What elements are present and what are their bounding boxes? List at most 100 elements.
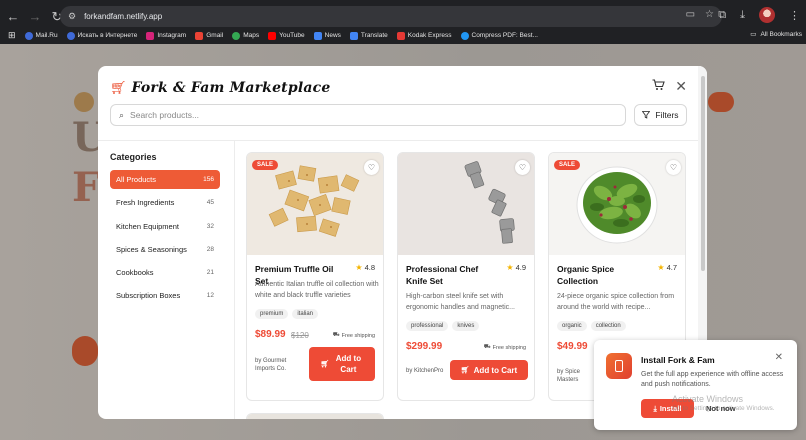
phone-icon [606,353,632,379]
site-info-icon[interactable]: ⚙ [68,11,76,22]
install-prompt: Install Fork & Fam Get the full app expe… [594,340,797,430]
translate-icon [349,31,358,40]
category-count: 45 [206,199,214,207]
bookmark-label: Gmail [206,32,224,39]
close-icon[interactable]: ✕ [775,352,783,363]
modal-title: Fork & Fam Marketplace [131,79,331,96]
cart-button[interactable] [652,79,665,94]
url-text: forkandfam.netlify.app [84,12,163,21]
product-card[interactable]: ♡ Professional Chef Knife Set ★ 4.9 High-… [397,152,535,401]
category-subscription-boxes[interactable]: Subscription Boxes 12 [110,286,220,305]
category-count: 12 [206,292,214,300]
truck-icon: ⛟ [483,344,491,350]
download-icon: ⤓ [653,403,657,413]
all-bookmarks-label: All Bookmarks [760,30,802,38]
bookmark-news[interactable]: News [313,31,341,40]
bookmark-mailru[interactable]: Mail.Ru [24,31,58,40]
shipping-label: Free shipping [492,344,526,351]
tag: premium [255,309,289,319]
bookmark-label: Translate [360,32,388,39]
category-spices-seasonings[interactable]: Spices & Seasonings 28 [110,240,220,259]
category-label: Cookbooks [116,268,154,278]
watermark-line1: Activate Windows [672,394,744,404]
category-label: All Products [116,175,157,184]
extensions-icon[interactable]: ⧉ [718,9,726,22]
product-card-partial[interactable] [246,413,384,419]
bookmark-translate[interactable]: Translate [349,31,388,40]
add-to-cart-label: Add to Cart [473,365,518,375]
bookmark-compress-pdf[interactable]: Compress PDF: Best... [460,31,538,40]
product-tags: premium italian [255,309,319,319]
tag: knives [452,321,480,331]
back-icon[interactable]: ← [4,8,22,26]
cart-icon: 🛒︎ [320,360,330,368]
forward-icon[interactable]: → [26,8,44,26]
category-label: Subscription Boxes [116,291,181,301]
category-count: 32 [206,222,214,230]
heart-icon[interactable]: ♡ [364,160,379,175]
tag: professional [406,321,449,331]
category-cookbooks[interactable]: Cookbooks 21 [110,263,220,282]
bookmark-label: Compress PDF: Best... [471,32,538,39]
category-count: 28 [206,245,214,253]
profile-avatar[interactable] [759,7,775,23]
tag: organic [557,321,587,331]
category-fresh-ingredients[interactable]: Fresh Ingredients 45 [110,193,220,212]
bookmark-search[interactable]: Искать в Интернете [66,31,137,40]
product-image: ♡ [398,153,534,255]
bookmark-label: News [324,32,341,39]
filters-label: Filters [655,110,679,120]
search-input[interactable]: ⌕ Search products... [110,104,626,126]
add-to-cart-button[interactable]: 🛒︎ Add to Cart [309,347,375,381]
close-icon[interactable]: ✕ [675,78,687,95]
add-to-cart-button[interactable]: 🛒︎ Add to Cart [450,360,528,380]
news-icon [313,31,322,40]
cast-icon[interactable]: ▭ [686,9,695,20]
menu-icon[interactable]: ⋮ [789,9,800,22]
product-rating: ★ 4.9 [506,263,526,272]
bookmark-youtube[interactable]: YouTube [268,31,305,40]
product-rating: ★ 4.7 [657,263,677,272]
heart-icon[interactable]: ♡ [666,160,681,175]
bookmark-label: Maps [243,32,260,39]
category-all-products[interactable]: All Products 156 [110,170,220,189]
download-icon[interactable]: ⤓ [740,9,745,22]
scrollbar-thumb[interactable] [701,76,705,271]
folder-icon: ▭ [750,31,757,38]
all-bookmarks[interactable]: ▭ All Bookmarks [750,30,802,39]
address-bar[interactable]: ⚙ forkandfam.netlify.app ▭ ☆ [60,6,722,27]
product-image: SALE ♡ [549,153,685,255]
shopping-cart-icon: 🛒︎ [110,79,127,95]
bookmark-maps[interactable]: Maps [232,31,260,40]
product-description: Authentic Italian truffle oil collection… [255,281,379,299]
tag: italian [292,309,319,319]
star-icon: ★ [506,263,514,272]
backdrop-heading-accent: F [72,164,101,211]
filters-button[interactable]: Filters [634,104,687,126]
categories-sidebar: Categories All Products 156 Fresh Ingredi… [110,152,220,310]
bookmark-kodak[interactable]: Kodak Express [396,31,452,40]
bookmark-label: Kodak Express [407,32,452,39]
cart-icon: 🛒︎ [460,366,470,374]
product-tags: organic collection [557,321,626,331]
sidebar-divider [234,140,235,419]
compress-pdf-icon [460,31,469,40]
product-image: SALE ♡ [247,153,383,255]
tag: collection [590,321,626,331]
category-kitchen-equipment[interactable]: Kitchen Equipment 32 [110,217,220,236]
product-image [247,414,383,419]
product-card[interactable]: SALE ♡ Premium Truffle Oil Set ★ 4.8 Auth… [246,152,384,401]
sale-badge: SALE [554,160,581,170]
gmail-icon [195,31,204,40]
bookmark-gmail[interactable]: Gmail [195,31,224,40]
bookmark-label: Instagram [157,32,187,39]
apps-icon[interactable]: ⊞ [8,30,16,41]
bookmarks-bar: ⊞ Mail.Ru Искать в Интернете Instagram G… [0,27,806,44]
bookmark-star-icon[interactable]: ☆ [705,9,714,20]
bookmark-instagram[interactable]: Instagram [146,31,187,40]
search-globe-icon [66,31,75,40]
product-description: High-carbon steel knife set with ergonom… [406,293,515,311]
category-label: Fresh Ingredients [116,198,175,208]
truck-icon: ⛟ [332,332,340,338]
heart-icon[interactable]: ♡ [515,160,530,175]
